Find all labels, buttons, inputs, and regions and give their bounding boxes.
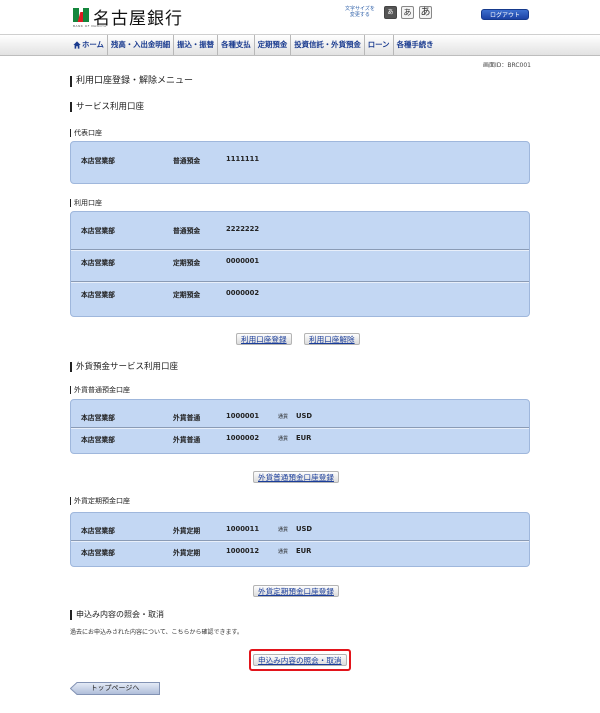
nav-item-balance[interactable]: 残高・入出金明細	[108, 35, 175, 55]
bank-logo[interactable]: BANK OF NAGOYA 名古屋銀行	[73, 4, 183, 29]
row-divider	[71, 281, 529, 283]
inquiry-note: 過去にお申込みされた内容について、こちらから確認できます。	[70, 629, 243, 636]
usage-account-title: 利用口座	[70, 199, 102, 207]
home-icon	[73, 41, 81, 49]
nav-item-transfer[interactable]: 振込・振替	[174, 35, 219, 55]
usage-account-panel: 本店営業部 普通預金 2222222 本店営業部 定期預金 0000001 本店…	[70, 211, 530, 317]
screen-id: 画面ID：BRC001	[482, 62, 531, 69]
forex-ordinary-panel: 本店営業部 外貨普通 1000001 通貨 USD 本店営業部 外貨普通 100…	[70, 399, 530, 454]
forex-accounts-title: 外貨預金サービス利用口座	[70, 362, 178, 372]
row-divider	[71, 249, 529, 251]
service-accounts-title: サービス利用口座	[70, 102, 144, 112]
bank-logo-mark-icon: BANK OF NAGOYA	[73, 7, 106, 28]
nav-item-procedures[interactable]: 各種手続き	[394, 35, 437, 55]
font-size-label: 文字サイズを 変更する	[345, 6, 375, 18]
page-title: 利用口座登録・解除メニュー	[70, 76, 193, 87]
register-forex-ordinary-button[interactable]: 外貨普通預金口座登録	[253, 471, 339, 483]
row-divider	[71, 427, 529, 429]
inquiry-cancel-button[interactable]: 申込み内容の照会・取消	[253, 654, 347, 666]
representative-account-panel: 本店営業部 普通預金 1111111	[70, 141, 530, 184]
nav-item-payment[interactable]: 各種支払	[218, 35, 255, 55]
forex-ordinary-title: 外貨普通預金口座	[70, 386, 130, 394]
nav-item-investment[interactable]: 投資信託・外貨預金	[291, 35, 365, 55]
forex-time-panel: 本店営業部 外貨定期 1000011 通貨 USD 本店営業部 外貨定期 100…	[70, 512, 530, 567]
row-divider	[71, 540, 529, 542]
register-forex-time-button[interactable]: 外貨定期預金口座登録	[253, 585, 339, 597]
nav-item-time-deposit[interactable]: 定期預金	[255, 35, 292, 55]
top-page-button[interactable]: トップページへ	[70, 682, 160, 695]
nav-item-home[interactable]: ホーム	[70, 35, 108, 55]
global-nav: ホーム 残高・入出金明細 振込・振替 各種支払 定期預金 投資信託・外貨預金 ロ…	[0, 34, 600, 56]
header: BANK OF NAGOYA 名古屋銀行 文字サイズを 変更する あ あ あ ロ…	[0, 0, 600, 34]
logo-subtext: BANK OF NAGOYA	[73, 23, 107, 28]
font-size-small-button[interactable]: あ	[384, 6, 397, 19]
register-account-button[interactable]: 利用口座登録	[236, 333, 292, 345]
inquiry-title: 申込み内容の照会・取消	[70, 610, 164, 620]
representative-account-title: 代表口座	[70, 129, 102, 137]
cancel-account-button[interactable]: 利用口座解除	[304, 333, 360, 345]
font-size-large-button[interactable]: あ	[419, 6, 432, 19]
nav-item-loan[interactable]: ローン	[365, 35, 394, 55]
forex-time-title: 外貨定期預金口座	[70, 497, 130, 505]
logout-button[interactable]: ログアウト	[481, 9, 529, 20]
font-size-medium-button[interactable]: あ	[401, 6, 414, 19]
